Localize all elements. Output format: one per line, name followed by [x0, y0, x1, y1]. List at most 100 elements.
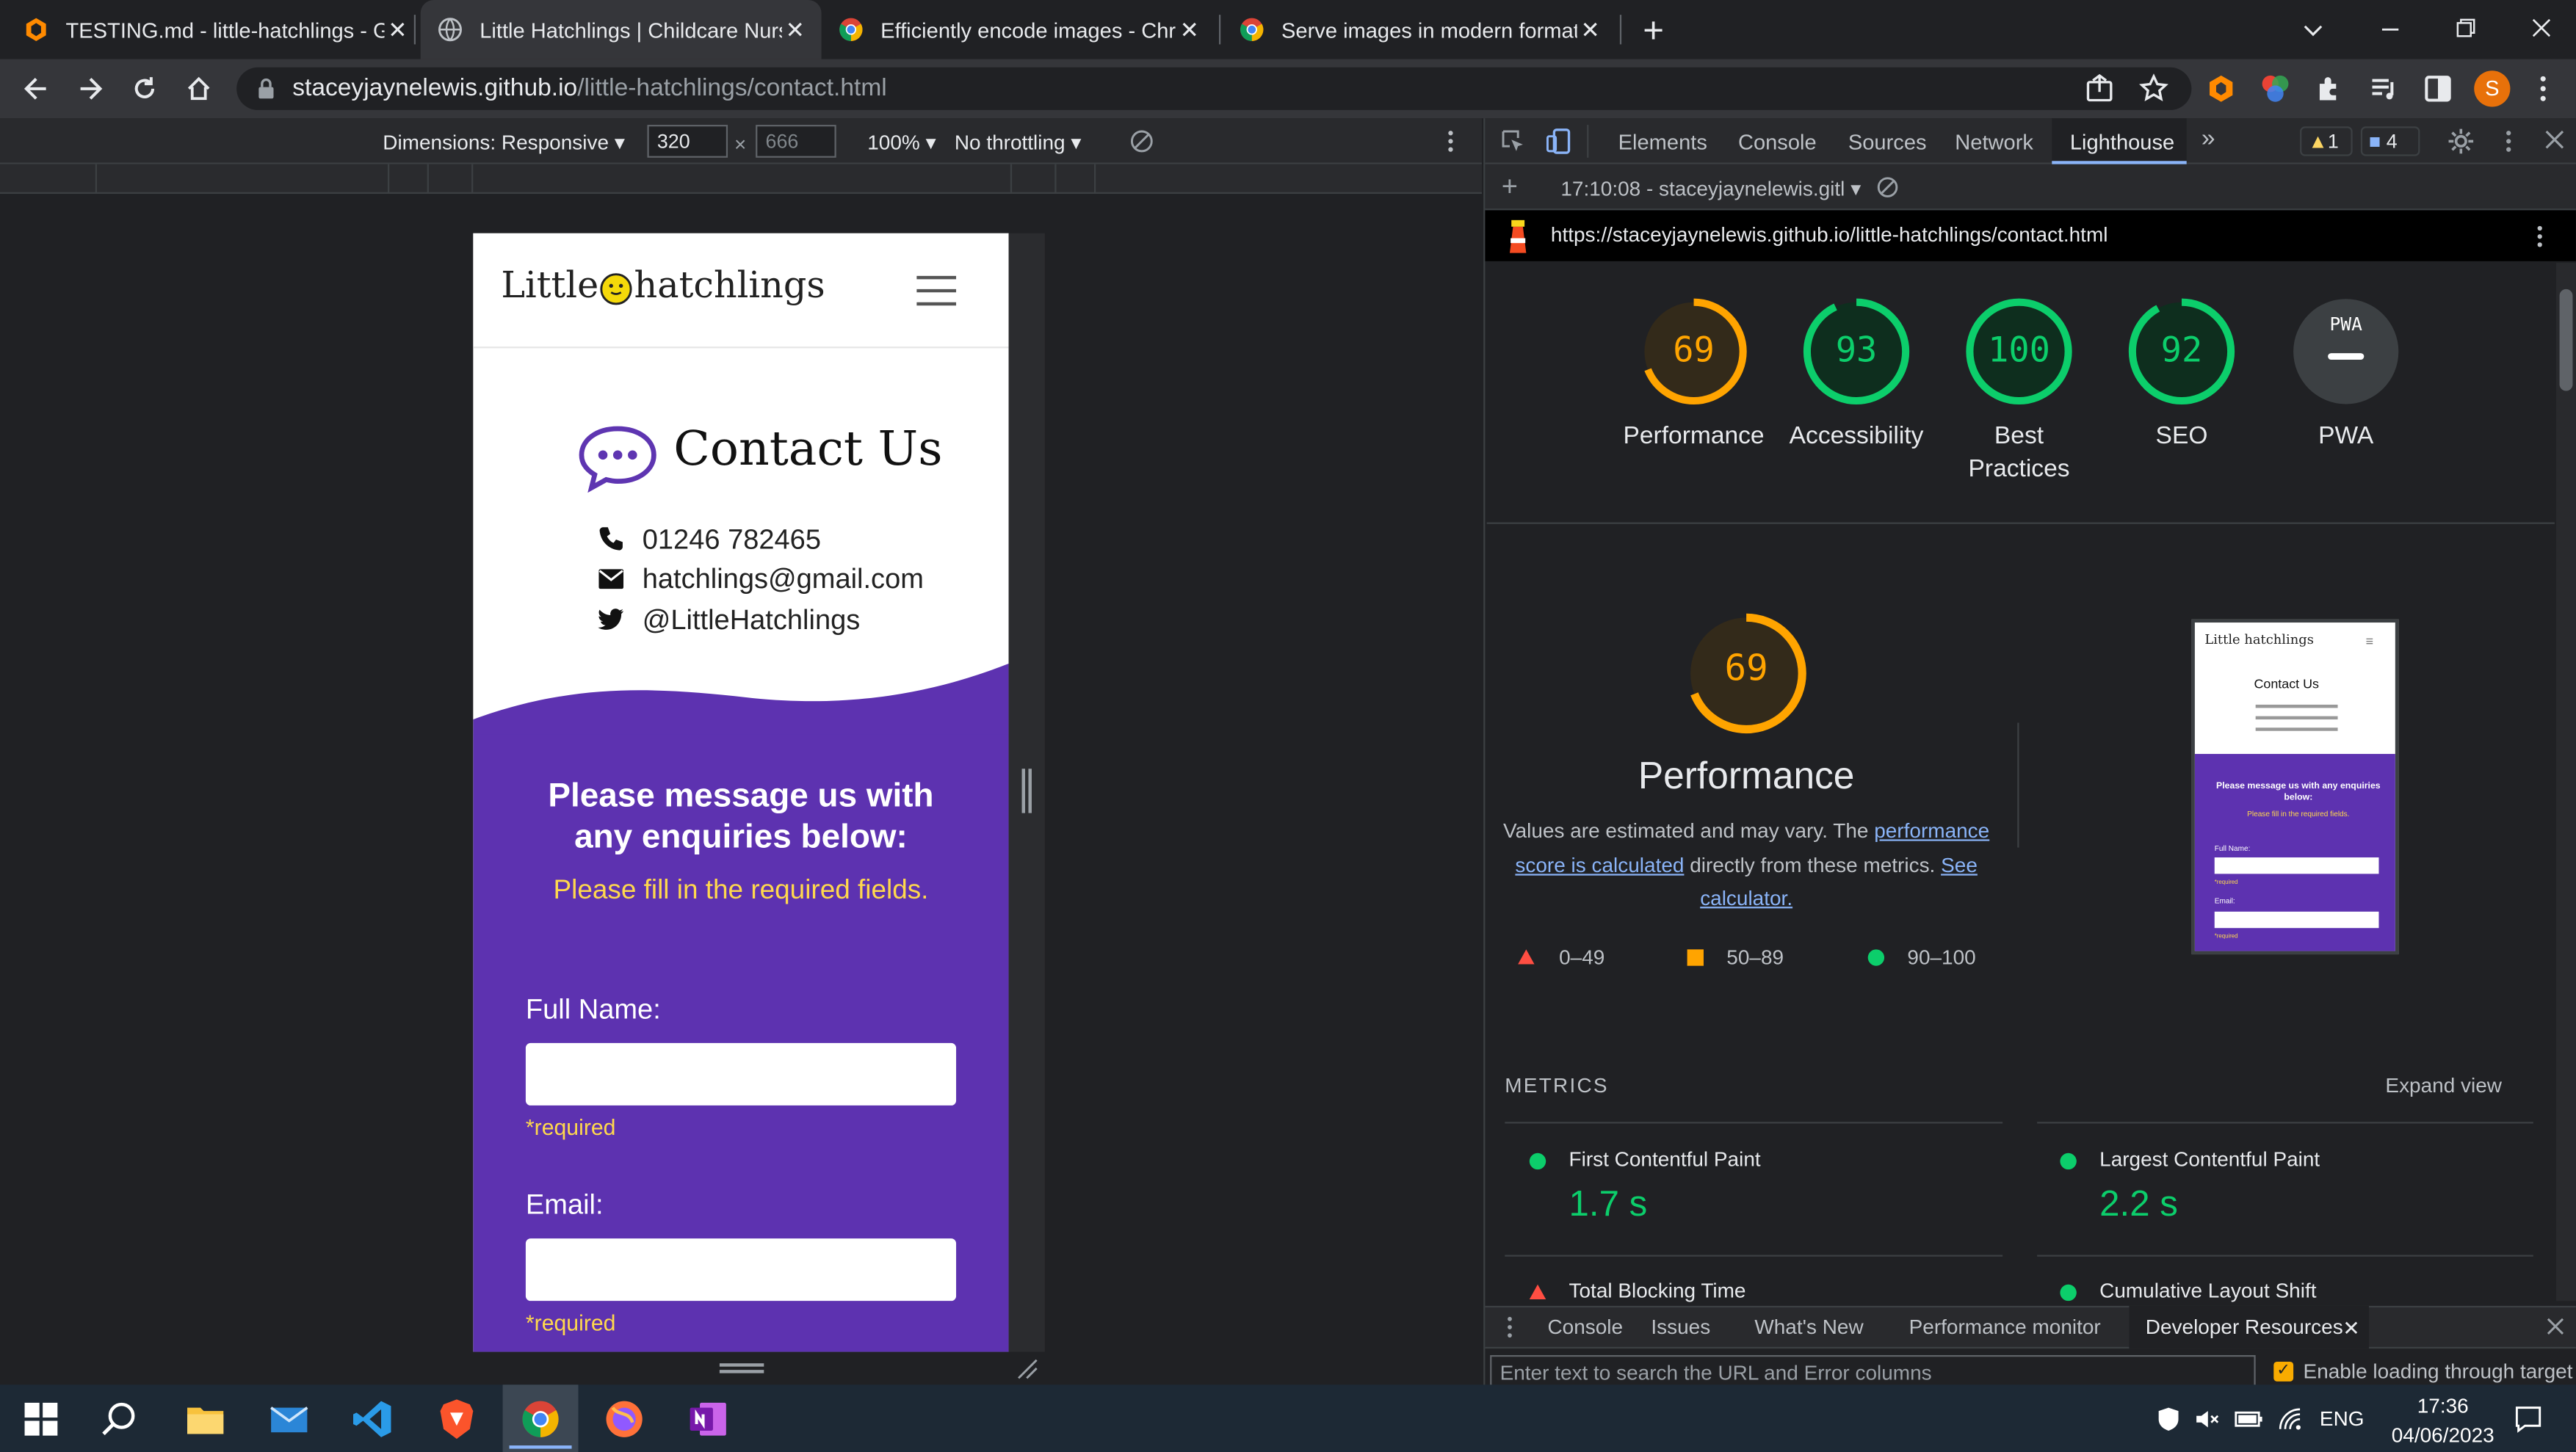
chrome-taskbar-icon[interactable] [519, 1398, 562, 1440]
devtools-close-icon[interactable] [2543, 128, 2566, 151]
twitter-handle[interactable]: @LittleHatchlings [643, 604, 861, 637]
metric-lcp-name: Largest Contentful Paint [2099, 1148, 2320, 1172]
taskbar-clock[interactable]: 17:36 04/06/2023 [2381, 1391, 2506, 1451]
new-report-plus-icon[interactable]: + [1502, 171, 1518, 204]
throttling-dropdown[interactable]: No throttling ▾ [955, 130, 1082, 154]
drawer-close-icon[interactable] [2544, 1315, 2566, 1337]
restore-icon[interactable] [2453, 15, 2479, 41]
extensions-puzzle-icon[interactable] [2313, 72, 2346, 105]
site-logo[interactable]: Little [501, 266, 598, 307]
profile-avatar[interactable]: S [2474, 70, 2511, 107]
settings-gear-icon[interactable] [2446, 126, 2475, 156]
color-picker-extension-icon[interactable] [2259, 72, 2292, 105]
resize-corner-icon[interactable] [1016, 1357, 1038, 1379]
drawer-tab-developer-resources[interactable]: Developer Resources [2146, 1315, 2343, 1338]
url-text[interactable]: staceyjaynelewis.github.io/little-hatchl… [292, 74, 887, 102]
report-scrollbar-thumb[interactable] [2559, 288, 2573, 391]
lock-icon[interactable] [256, 77, 276, 100]
side-panel-icon[interactable] [2422, 72, 2455, 105]
bookmark-star-icon[interactable] [2138, 72, 2171, 105]
zoom-dropdown[interactable]: 100% ▾ [867, 130, 936, 154]
devtools-tab-console[interactable]: Console [1738, 130, 1817, 155]
devtools-tab-lighthouse[interactable]: Lighthouse [2070, 130, 2174, 155]
onenote-icon[interactable] [687, 1398, 729, 1440]
battery-icon[interactable] [2235, 1406, 2264, 1432]
tab-close-icon[interactable]: ✕ [1176, 15, 1203, 43]
warnings-badge[interactable]: ▲1 [2300, 126, 2353, 156]
final-screenshot-thumbnail[interactable]: Little hatchlings ≡ Contact Us Please me… [2191, 619, 2399, 955]
tab-efficiently-encode[interactable]: Efficiently encode images - Chrome ✕ [838, 0, 1203, 59]
hamburger-menu-icon[interactable] [913, 272, 960, 308]
tab-close-icon[interactable]: ✕ [1577, 15, 1604, 43]
devtools-tab-elements[interactable]: Elements [1618, 130, 1707, 155]
devtools-menu-icon[interactable] [2497, 128, 2520, 155]
email-input[interactable] [525, 1238, 957, 1302]
performance-score-large: 69 [1724, 648, 1768, 690]
new-tab-button[interactable]: + [1643, 10, 1664, 52]
resize-handle-right[interactable] [1021, 769, 1032, 813]
notifications-icon[interactable] [2514, 1404, 2543, 1434]
brave-icon[interactable] [435, 1398, 478, 1440]
report-url[interactable]: https://staceyjaynelewis.github.io/littl… [1551, 223, 2108, 246]
drawer-tab-whats-new[interactable]: What's New [1754, 1315, 1863, 1338]
device-toggle-icon[interactable] [1544, 126, 1574, 156]
security-shield-icon[interactable] [2155, 1406, 2182, 1432]
browser-menu-kebab-icon[interactable] [2527, 72, 2560, 105]
performance-score-value: 69 [1673, 330, 1715, 370]
window-close-icon[interactable] [2528, 15, 2555, 41]
report-scrollbar[interactable] [2556, 263, 2576, 1302]
inspect-element-icon[interactable] [1500, 128, 1527, 155]
drawer-tab-performance-monitor[interactable]: Performance monitor [1909, 1315, 2101, 1338]
home-icon[interactable] [182, 72, 215, 105]
mail-icon[interactable] [268, 1398, 311, 1440]
back-arrow-icon[interactable] [20, 72, 53, 105]
tab-serve-images[interactable]: Serve images in modern formats ✕ [1239, 0, 1604, 59]
resources-filter-input[interactable]: Enter text to search the URL and Error c… [1490, 1355, 2256, 1388]
devtools-tab-network[interactable]: Network [1955, 130, 2033, 155]
tab-little-hatchlings[interactable]: Little Hatchlings | Childcare Nursery ✕ [420, 0, 822, 59]
rotate-icon[interactable] [1129, 128, 1155, 155]
search-icon[interactable] [98, 1398, 141, 1440]
phone-number[interactable]: 01246 782465 [643, 524, 821, 557]
tab-testing-md[interactable]: TESTING.md - little-hatchlings - G ✕ [23, 0, 410, 59]
dimensions-dropdown[interactable]: Dimensions: Responsive ▾ [383, 130, 625, 154]
firefox-icon[interactable] [603, 1398, 645, 1440]
reload-icon[interactable] [129, 72, 162, 105]
media-query-ruler[interactable] [0, 164, 1482, 195]
full-name-input[interactable] [525, 1042, 957, 1106]
forward-arrow-icon[interactable] [74, 72, 107, 105]
volume-muted-icon[interactable] [2193, 1406, 2220, 1432]
device-toolbar-menu-icon[interactable] [1439, 128, 1462, 155]
vscode-icon[interactable] [352, 1398, 394, 1440]
report-selector[interactable]: 17:10:08 - staceyjaynelewis.gitl ▾ [1560, 175, 1861, 200]
drawer-tab-close-icon[interactable]: ✕ [2342, 1315, 2359, 1340]
more-tabs-chevron[interactable]: » [2201, 125, 2215, 153]
file-explorer-icon[interactable] [184, 1398, 227, 1440]
drawer-tab-console[interactable]: Console [1547, 1315, 1623, 1338]
viewport-height-input[interactable]: 666 [756, 125, 836, 158]
thumb-email-label: Email: [2214, 896, 2235, 905]
gitpod-extension-icon[interactable] [2204, 72, 2237, 105]
drawer-tab-issues[interactable]: Issues [1651, 1315, 1710, 1338]
devtools-tab-sources[interactable]: Sources [1848, 130, 1927, 155]
report-menu-icon[interactable] [2530, 223, 2550, 250]
share-icon[interactable] [2083, 72, 2116, 105]
performance-heading: Performance [1638, 754, 1855, 797]
tab-close-icon[interactable]: ✕ [782, 15, 808, 43]
expand-view-toggle[interactable]: Expand view [2385, 1074, 2502, 1097]
media-queue-icon[interactable] [2367, 72, 2400, 105]
viewport-width-input[interactable]: 320 [647, 125, 728, 158]
tab-close-icon[interactable]: ✕ [385, 15, 411, 43]
wifi-icon[interactable] [2277, 1406, 2304, 1432]
resize-handle-bottom[interactable] [719, 1363, 764, 1373]
windows-start-icon[interactable] [21, 1399, 61, 1439]
clear-report-icon[interactable] [1876, 175, 1899, 198]
email-address[interactable]: hatchlings@gmail.com [643, 563, 924, 596]
minimize-icon[interactable] [2377, 16, 2403, 43]
drawer-menu-icon[interactable] [1503, 1314, 1516, 1340]
messages-badge[interactable]: ■ 4 [2360, 126, 2420, 156]
language-indicator[interactable]: ENG [2320, 1408, 2365, 1431]
enable-loading-checkbox[interactable]: ✓ [2273, 1361, 2294, 1382]
tab-search-chevron-icon[interactable] [2300, 16, 2326, 43]
average-square-icon [1687, 949, 1704, 966]
